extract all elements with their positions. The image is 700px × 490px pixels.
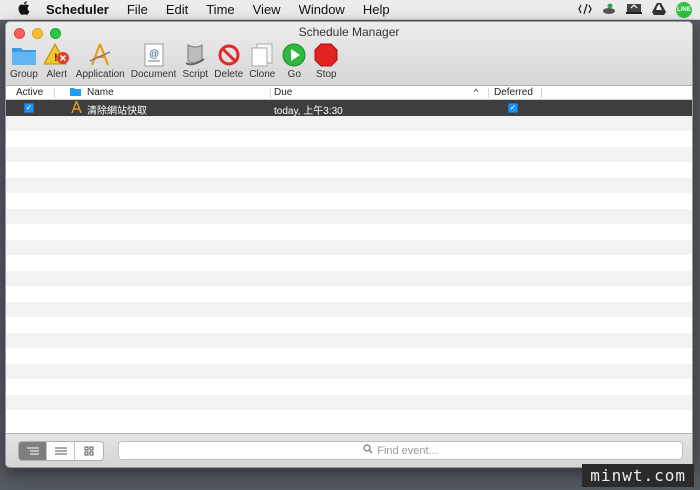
go-icon xyxy=(281,42,307,68)
column-header-name[interactable]: Name xyxy=(87,87,114,98)
alert-icon: ! xyxy=(43,42,70,68)
bottom-bar: Find event... xyxy=(6,433,692,467)
menu-edit[interactable]: Edit xyxy=(166,2,188,17)
table-row xyxy=(6,286,692,302)
stop-icon xyxy=(313,42,339,68)
clone-icon xyxy=(249,42,275,68)
table-row xyxy=(6,379,692,395)
svg-text:@: @ xyxy=(149,49,159,60)
schedule-manager-window: Schedule Manager Group ! Alert Applicati… xyxy=(5,21,693,468)
table-row xyxy=(6,363,692,379)
grid-view-button[interactable] xyxy=(75,442,103,460)
status-icons: LINE xyxy=(578,2,692,18)
menu-help[interactable]: Help xyxy=(363,2,390,17)
menu-view[interactable]: View xyxy=(253,2,281,17)
table-row xyxy=(6,410,692,415)
application-icon xyxy=(70,100,83,116)
toolbar: Group ! Alert Application @ Document Scr… xyxy=(10,42,345,80)
table-row xyxy=(6,115,692,131)
line-icon[interactable]: LINE xyxy=(676,2,692,18)
column-divider[interactable] xyxy=(54,88,55,98)
table-row xyxy=(6,394,692,410)
column-header-active[interactable]: Active xyxy=(16,87,43,98)
grid-icon xyxy=(84,446,94,456)
search-field[interactable]: Find event... xyxy=(118,441,683,460)
list-view-button[interactable] xyxy=(47,442,75,460)
outline-view-button[interactable] xyxy=(19,442,47,460)
column-divider[interactable] xyxy=(541,88,542,98)
table-row xyxy=(6,301,692,317)
title-bar: Schedule Manager Group ! Alert Applicati… xyxy=(6,22,692,86)
column-header-due[interactable]: Due xyxy=(274,87,292,98)
table-row xyxy=(6,193,692,209)
stop-button[interactable]: Stop xyxy=(313,42,339,80)
window-title: Schedule Manager xyxy=(298,25,400,39)
clone-button-label: Clone xyxy=(249,69,276,80)
script-button[interactable]: Script xyxy=(182,42,208,80)
folder-icon xyxy=(11,42,37,68)
table-row xyxy=(6,239,692,255)
go-button[interactable]: Go xyxy=(281,42,307,80)
menu-file[interactable]: File xyxy=(127,2,148,17)
table-row xyxy=(6,208,692,224)
outline-list-icon xyxy=(26,447,39,454)
menu-app-name[interactable]: Scheduler xyxy=(46,2,109,17)
go-button-label: Go xyxy=(287,69,302,80)
column-divider[interactable] xyxy=(488,88,489,98)
menu-window[interactable]: Window xyxy=(299,2,345,17)
sort-ascending-icon[interactable]: ^ xyxy=(474,87,478,97)
table-row xyxy=(6,162,692,178)
event-list: ✓ 清除網站快取 today, 上午3:30 ✓ xyxy=(6,100,692,415)
script-button-label: Script xyxy=(182,69,209,80)
menu-bar: Scheduler File Edit Time View Window Hel… xyxy=(0,0,700,20)
table-row[interactable]: ✓ 清除網站快取 today, 上午3:30 ✓ xyxy=(6,100,692,117)
apple-icon[interactable] xyxy=(14,1,34,18)
search-icon xyxy=(363,444,373,457)
watermark-logo: minwt.com xyxy=(582,464,694,487)
search-placeholder: Find event... xyxy=(377,444,438,457)
evernote-icon[interactable] xyxy=(602,3,616,18)
view-mode-switcher xyxy=(18,441,104,461)
table-row xyxy=(6,332,692,348)
group-button-label: Group xyxy=(10,69,38,80)
application-button-label: Application xyxy=(75,69,125,80)
document-button[interactable]: @ Document xyxy=(130,42,177,80)
application-icon xyxy=(87,42,113,68)
active-checkbox[interactable]: ✓ xyxy=(24,103,34,113)
delete-icon xyxy=(216,42,242,68)
table-row xyxy=(6,177,692,193)
delete-button-label: Delete xyxy=(214,69,244,80)
google-drive-icon[interactable] xyxy=(652,2,666,18)
application-button[interactable]: Application xyxy=(76,42,125,80)
group-button[interactable]: Group xyxy=(10,42,38,80)
codepoint-icon[interactable] xyxy=(578,3,592,18)
table-row xyxy=(6,146,692,162)
table-row xyxy=(6,348,692,364)
clone-button[interactable]: Clone xyxy=(249,42,275,80)
document-button-label: Document xyxy=(130,69,177,80)
column-header-deferred[interactable]: Deferred xyxy=(494,87,533,98)
drive-sync-icon[interactable] xyxy=(626,3,642,18)
table-row xyxy=(6,131,692,147)
table-row xyxy=(6,255,692,271)
column-divider[interactable] xyxy=(270,88,271,98)
table-row xyxy=(6,317,692,333)
stop-button-label: Stop xyxy=(316,69,337,80)
table-row xyxy=(6,224,692,240)
deferred-checkbox[interactable]: ✓ xyxy=(508,103,518,113)
list-icon xyxy=(54,447,67,454)
name-column-folder-icon xyxy=(70,87,81,99)
script-icon xyxy=(182,42,208,68)
alert-button[interactable]: ! Alert xyxy=(43,42,70,80)
table-row xyxy=(6,270,692,286)
table-header: Active Name Due ^ Deferred xyxy=(6,86,692,100)
alert-button-label: Alert xyxy=(46,69,68,80)
menu-time[interactable]: Time xyxy=(206,2,234,17)
document-icon: @ xyxy=(141,42,167,68)
delete-button[interactable]: Delete xyxy=(214,42,243,80)
